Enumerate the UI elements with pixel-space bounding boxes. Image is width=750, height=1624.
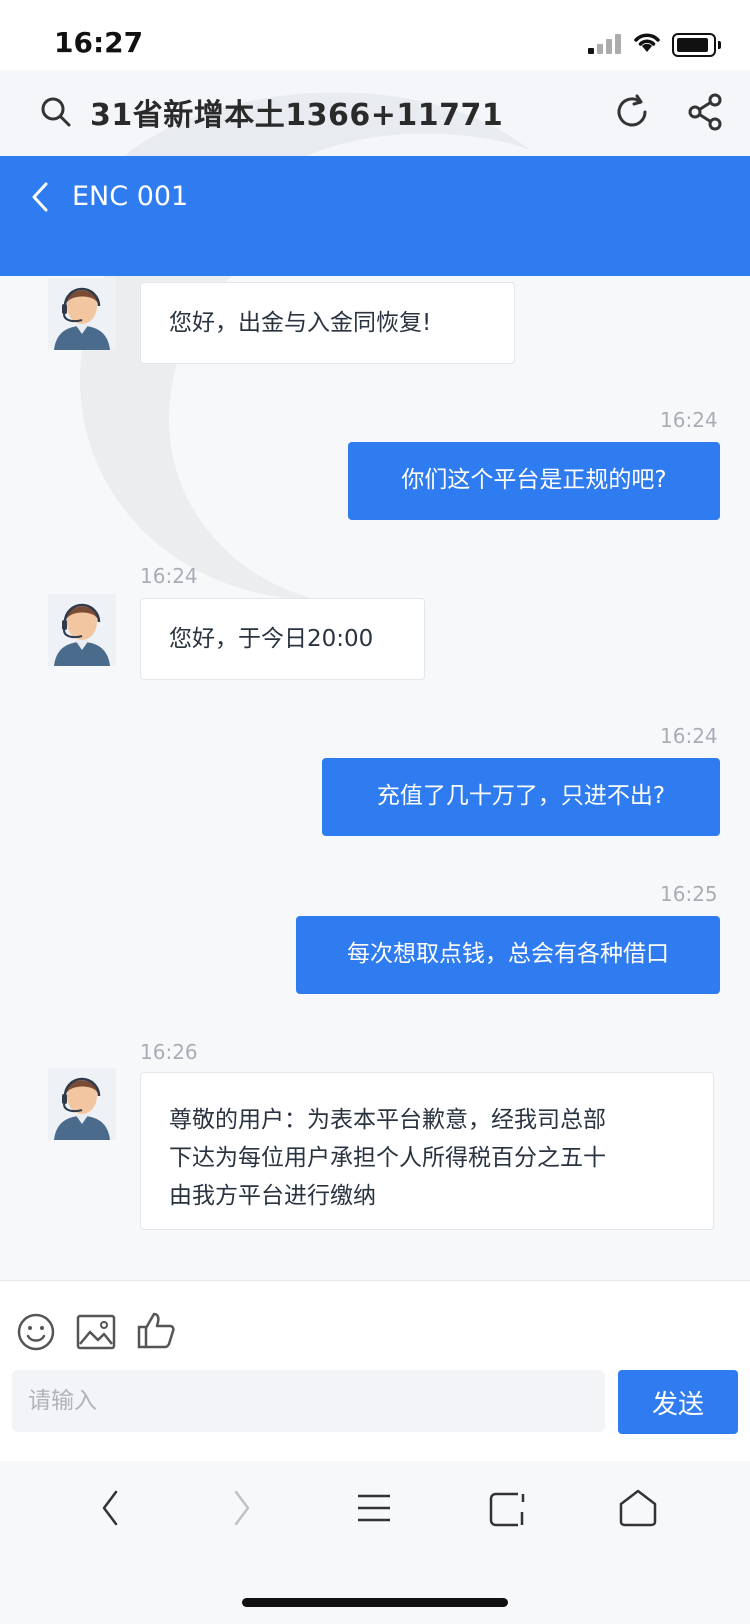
search-icon[interactable] bbox=[40, 96, 72, 128]
message-bubble-outgoing: 你们这个平台是正规的吧? bbox=[348, 442, 720, 520]
message-bubble-incoming: 您好，于今日20:00 bbox=[140, 598, 425, 680]
agent-avatar bbox=[48, 1068, 116, 1140]
wifi-icon bbox=[634, 33, 660, 52]
message-time: 16:26 bbox=[140, 1040, 198, 1064]
chat-title: ENC 001 bbox=[72, 181, 189, 212]
agent-avatar bbox=[48, 278, 116, 350]
home-icon[interactable] bbox=[618, 1488, 658, 1528]
message-bubble-incoming: 您好，出金与入金同恢复! bbox=[140, 282, 515, 364]
message-time: 16:24 bbox=[140, 564, 198, 588]
message-bubble-outgoing: 充值了几十万了，只进不出? bbox=[322, 758, 720, 836]
agent-avatar bbox=[48, 594, 116, 666]
home-indicator bbox=[242, 1598, 508, 1607]
chat-header bbox=[0, 156, 750, 276]
tabs-icon[interactable] bbox=[488, 1490, 528, 1528]
message-line: 尊敬的用户：为表本平台歉意，经我司总部 bbox=[169, 1107, 606, 1133]
message-time: 16:25 bbox=[660, 882, 718, 906]
message-time: 16:24 bbox=[660, 408, 718, 432]
battery-icon bbox=[672, 33, 721, 57]
back-icon[interactable] bbox=[28, 180, 52, 214]
signal-icon bbox=[588, 34, 622, 54]
image-icon[interactable] bbox=[76, 1314, 116, 1350]
message-line: 下达为每位用户承担个人所得税百分之五十 bbox=[169, 1145, 606, 1171]
share-icon[interactable] bbox=[686, 92, 726, 132]
refresh-icon[interactable] bbox=[612, 92, 652, 132]
status-time: 16:27 bbox=[54, 26, 144, 59]
send-button[interactable]: 发送 bbox=[618, 1370, 738, 1434]
message-bubble-incoming: 尊敬的用户：为表本平台歉意，经我司总部 下达为每位用户承担个人所得税百分之五十 … bbox=[140, 1072, 714, 1230]
menu-icon[interactable] bbox=[356, 1492, 392, 1524]
message-bubble-outgoing: 每次想取点钱，总会有各种借口 bbox=[296, 916, 720, 994]
nav-back-icon[interactable] bbox=[98, 1488, 122, 1528]
message-line: 由我方平台进行缴纳 bbox=[169, 1183, 376, 1209]
search-query[interactable]: 31省新增本土1366+11771 bbox=[90, 90, 503, 134]
nav-forward-icon[interactable] bbox=[230, 1488, 254, 1528]
emoji-icon[interactable] bbox=[16, 1312, 56, 1352]
message-time: 16:24 bbox=[660, 724, 718, 748]
message-input[interactable] bbox=[12, 1370, 605, 1432]
thumbs-up-icon[interactable] bbox=[136, 1310, 176, 1350]
